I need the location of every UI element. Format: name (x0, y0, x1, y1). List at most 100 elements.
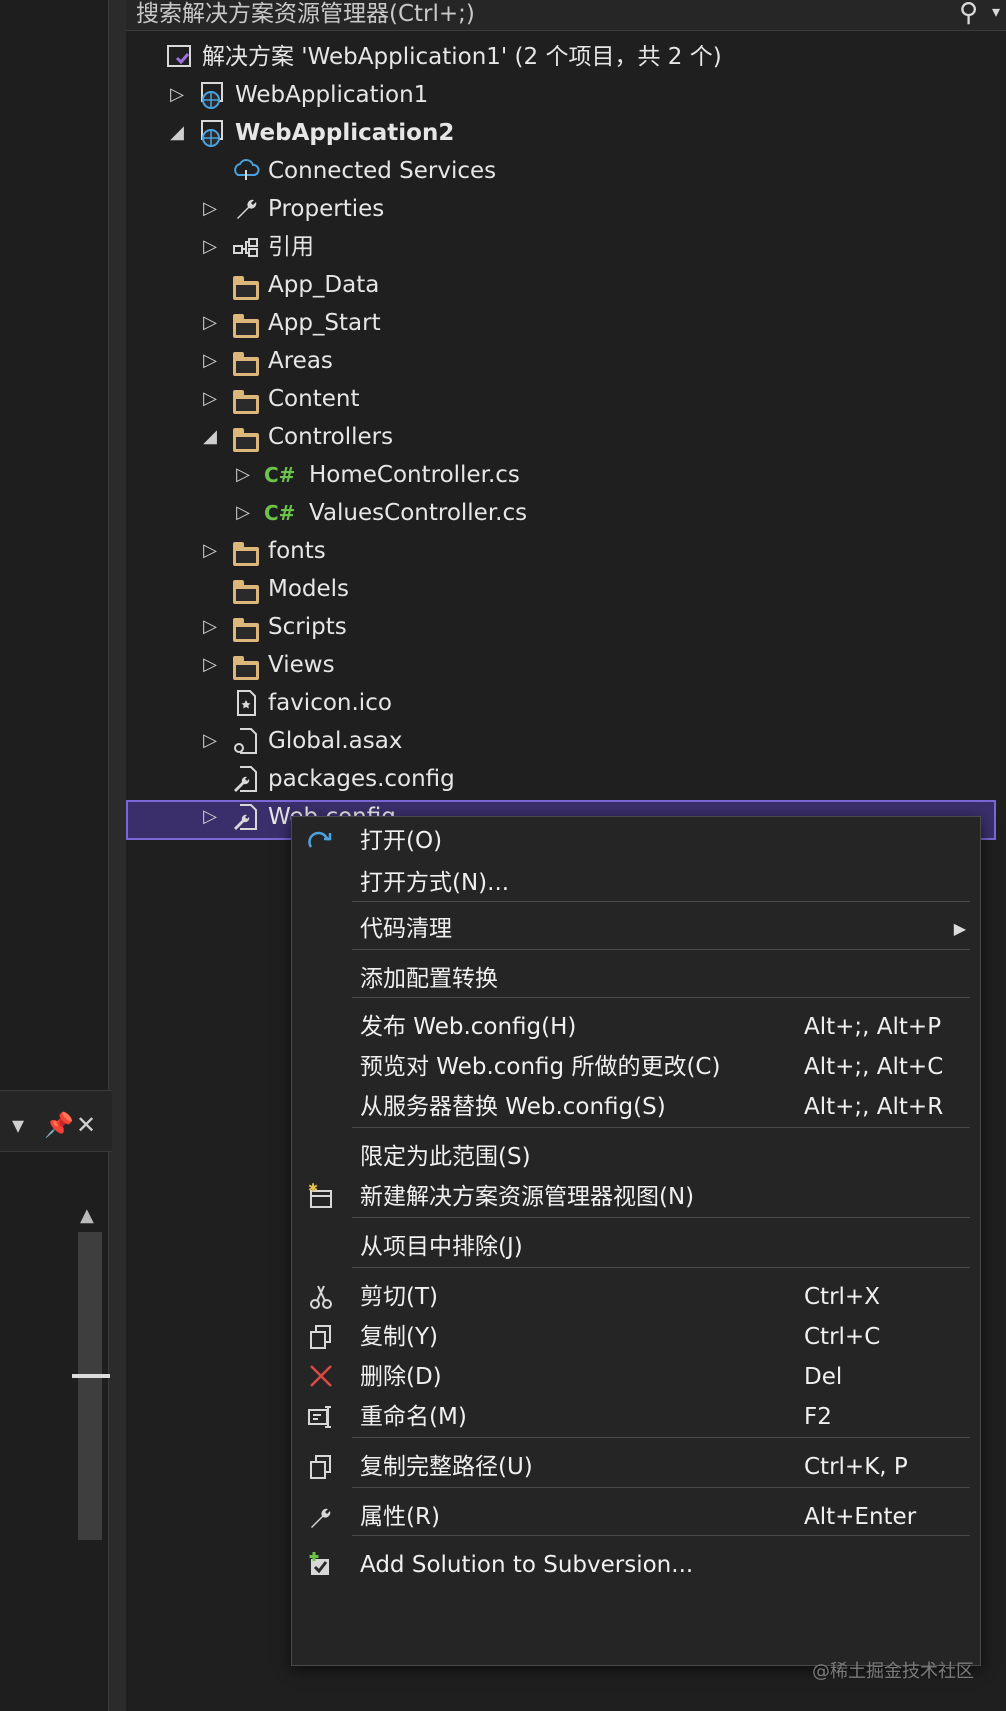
context-menu-item[interactable]: 从服务器替换 Web.config(S) Alt+;, Alt+R (292, 1087, 980, 1127)
menu-item-label: 添加配置转换 (360, 966, 498, 992)
new-window-icon: ✱ (306, 1181, 336, 1211)
rename-icon (306, 1403, 336, 1431)
menu-item-label: 打开方式(N)... (360, 870, 510, 896)
search-input[interactable]: 搜索解决方案资源管理器(Ctrl+;) (136, 0, 475, 28)
context-menu: 打开(O) 打开方式(N)... 代码清理 ▶ 添加配置转换发布 Web.config(… (291, 816, 981, 1666)
expand-arrow-icon[interactable]: ▷ (202, 190, 218, 228)
tree-item[interactable]: ◢ Controllers (126, 418, 986, 456)
tree-item[interactable]: Connected Services (126, 152, 986, 190)
menu-item-label: 复制完整路径(U) (360, 1454, 533, 1480)
expand-arrow-icon[interactable]: ▷ (169, 76, 185, 114)
tree-item-label: Content (268, 386, 360, 412)
tree-item-label: WebApplication1 (235, 82, 429, 108)
tree-item[interactable]: ▷ C# HomeController.cs (126, 456, 986, 494)
tree-item[interactable]: ▷ fonts (126, 532, 986, 570)
context-menu-item[interactable]: 从项目中排除(J) (292, 1227, 980, 1267)
config-file-icon (231, 802, 261, 832)
scroll-up-icon[interactable]: ▲ (80, 1205, 94, 1226)
context-menu-item[interactable]: 代码清理 ▶ (292, 909, 980, 949)
expand-arrow-icon[interactable]: ▷ (202, 608, 218, 646)
folder-icon (231, 308, 261, 338)
tree-item[interactable]: ▷ Views (126, 646, 986, 684)
folder-icon (231, 422, 261, 452)
tree-item[interactable]: Models (126, 570, 986, 608)
menu-item-label: 限定为此范围(S) (360, 1144, 531, 1170)
menu-separator (352, 949, 970, 950)
panel-splitter[interactable] (108, 0, 127, 1711)
wrench-icon (306, 1503, 336, 1531)
menu-item-label: 新建解决方案资源管理器视图(N) (360, 1184, 695, 1210)
expand-arrow-icon[interactable]: ▷ (202, 798, 218, 836)
expand-arrow-icon[interactable]: ▷ (235, 456, 251, 494)
tree-item[interactable]: favicon.ico (126, 684, 986, 722)
context-menu-item[interactable]: 打开(O) (292, 821, 980, 861)
expand-arrow-icon[interactable]: ▷ (202, 228, 218, 266)
expand-arrow-icon[interactable]: ▷ (202, 532, 218, 570)
menu-item-label: 删除(D) (360, 1364, 442, 1390)
scrollbar-thumb[interactable] (72, 1374, 110, 1378)
menu-item-label: 从服务器替换 Web.config(S) (360, 1094, 666, 1120)
tree-item[interactable]: ▷ Global.asax (126, 722, 986, 760)
menu-item-shortcut: Alt+;, Alt+R (804, 1094, 944, 1120)
collapse-arrow-icon[interactable]: ◢ (169, 114, 185, 152)
expand-arrow-icon[interactable]: ▷ (202, 646, 218, 684)
svg-text:✱: ✱ (308, 1183, 318, 1195)
tree-item-label: 解决方案 'WebApplication1' (2 个项目，共 2 个) (202, 44, 722, 70)
collapse-arrow-icon[interactable]: ◢ (202, 418, 218, 456)
tree-item[interactable]: ▷ Areas (126, 342, 986, 380)
context-menu-item[interactable]: 剪切(T) Ctrl+X (292, 1277, 980, 1317)
context-menu-item[interactable]: 属性(R) Alt+Enter (292, 1497, 980, 1537)
svg-text:C#: C# (264, 501, 295, 525)
tree-item[interactable]: ▷ C# ValuesController.cs (126, 494, 986, 532)
expand-arrow-icon[interactable]: ▷ (202, 342, 218, 380)
context-menu-item[interactable]: 删除(D) Del (292, 1357, 980, 1397)
redo-arrow-icon (306, 827, 336, 855)
menu-item-label: 从项目中排除(J) (360, 1234, 523, 1260)
config-file-icon (231, 764, 261, 794)
menu-separator (352, 1487, 970, 1488)
subversion-add-icon (306, 1551, 336, 1579)
tree-item[interactable]: ▷ WebApplication1 (126, 76, 986, 114)
watermark: @稀土掘金技术社区 (812, 1661, 974, 1682)
context-menu-item[interactable]: ✱ 新建解决方案资源管理器视图(N) (292, 1177, 980, 1217)
context-menu-item[interactable]: 限定为此范围(S) (292, 1137, 980, 1177)
tree-item-label: HomeController.cs (309, 462, 520, 488)
expand-arrow-icon[interactable]: ▷ (235, 494, 251, 532)
scrollbar-track[interactable] (78, 1232, 102, 1540)
context-menu-item[interactable]: 发布 Web.config(H) Alt+;, Alt+P (292, 1007, 980, 1047)
expand-arrow-icon[interactable]: ▷ (202, 380, 218, 418)
tree-item[interactable]: ▷ Properties (126, 190, 986, 228)
search-icon[interactable]: ⚲ (959, 0, 978, 28)
tree-item[interactable]: packages.config (126, 760, 986, 798)
cloud-plug-icon (231, 156, 261, 186)
tree-item[interactable]: ▷ Content (126, 380, 986, 418)
tree-item[interactable]: ▷ App_Start (126, 304, 986, 342)
tree-item[interactable]: ▷ Scripts (126, 608, 986, 646)
tree-item[interactable]: 解决方案 'WebApplication1' (2 个项目，共 2 个) (126, 38, 986, 76)
tree-item[interactable]: ◢ WebApplication2 (126, 114, 986, 152)
menu-item-label: 代码清理 (360, 916, 452, 942)
context-menu-item[interactable]: Add Solution to Subversion... (292, 1545, 980, 1585)
context-menu-item[interactable]: 复制(Y) Ctrl+C (292, 1317, 980, 1357)
menu-separator (352, 997, 970, 998)
context-menu-item[interactable]: 打开方式(N)... (292, 863, 980, 903)
solution-search-bar[interactable]: 搜索解决方案资源管理器(Ctrl+;) ⚲ ▾ (126, 0, 1006, 31)
search-options-icon[interactable]: ▾ (992, 2, 1000, 21)
tree-item[interactable]: App_Data (126, 266, 986, 304)
expand-arrow-icon[interactable]: ▷ (202, 722, 218, 760)
context-menu-item[interactable]: 预览对 Web.config 所做的更改(C) Alt+;, Alt+C (292, 1047, 980, 1087)
menu-item-shortcut: Alt+Enter (804, 1504, 917, 1530)
tool-window-titlebar: ▾ 📌 ✕ (0, 1090, 112, 1152)
tree-item-label: ValuesController.cs (309, 500, 528, 526)
expand-arrow-icon[interactable]: ▷ (202, 304, 218, 342)
tree-item[interactable]: ▷ 引用 (126, 228, 986, 266)
references-icon (231, 232, 261, 262)
context-menu-item[interactable]: 添加配置转换 (292, 959, 980, 999)
context-menu-item[interactable]: 重命名(M) F2 (292, 1397, 980, 1437)
folder-icon (231, 384, 261, 414)
csharp-file-icon: C# (264, 498, 295, 528)
tree-item-label: packages.config (268, 766, 455, 792)
menu-item-label: Add Solution to Subversion... (360, 1552, 694, 1578)
context-menu-item[interactable]: 复制完整路径(U) Ctrl+K, P (292, 1447, 980, 1487)
image-file-icon (231, 688, 261, 718)
